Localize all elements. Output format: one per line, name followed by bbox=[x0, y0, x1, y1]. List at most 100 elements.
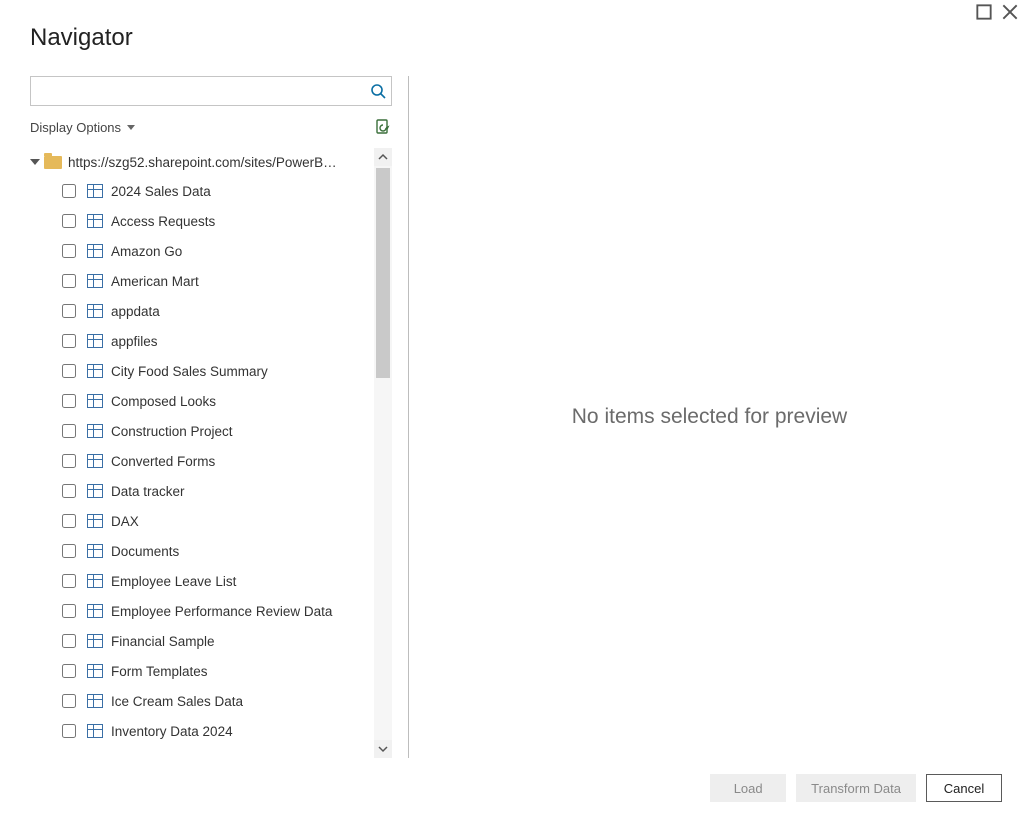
tree-item-checkbox[interactable] bbox=[62, 604, 76, 618]
tree-item-label: appfiles bbox=[111, 334, 158, 349]
tree-item-label: American Mart bbox=[111, 274, 199, 289]
preview-empty-message: No items selected for preview bbox=[572, 405, 847, 429]
tree-item[interactable]: Data tracker bbox=[30, 476, 372, 506]
table-icon bbox=[87, 394, 103, 408]
dialog-footer: Load Transform Data Cancel bbox=[0, 758, 1024, 820]
tree-item-checkbox[interactable] bbox=[62, 304, 76, 318]
table-icon bbox=[87, 244, 103, 258]
scrollbar[interactable] bbox=[374, 148, 392, 758]
tree-item-label: Employee Leave List bbox=[111, 574, 236, 589]
table-icon bbox=[87, 544, 103, 558]
tree-item-label: Form Templates bbox=[111, 664, 208, 679]
preview-pane: No items selected for preview bbox=[425, 76, 994, 758]
table-icon bbox=[87, 454, 103, 468]
table-icon bbox=[87, 634, 103, 648]
dialog-header: Navigator bbox=[0, 18, 1024, 62]
tree-item[interactable]: City Food Sales Summary bbox=[30, 356, 372, 386]
search-row bbox=[30, 76, 392, 106]
display-options-dropdown[interactable]: Display Options bbox=[30, 120, 135, 135]
transform-data-button[interactable]: Transform Data bbox=[796, 774, 916, 802]
tree-item[interactable]: Ice Cream Sales Data bbox=[30, 686, 372, 716]
tree-item-label: Data tracker bbox=[111, 484, 185, 499]
tree-item-checkbox[interactable] bbox=[62, 214, 76, 228]
tree-item[interactable]: Financial Sample bbox=[30, 626, 372, 656]
tree-item-checkbox[interactable] bbox=[62, 244, 76, 258]
search-icon[interactable] bbox=[370, 83, 386, 99]
tree-item[interactable]: American Mart bbox=[30, 266, 372, 296]
tree-item-checkbox[interactable] bbox=[62, 544, 76, 558]
tree-item[interactable]: DAX bbox=[30, 506, 372, 536]
scroll-down-icon[interactable] bbox=[374, 740, 392, 758]
tree-item[interactable]: Construction Project bbox=[30, 416, 372, 446]
tree-item-checkbox[interactable] bbox=[62, 724, 76, 738]
refresh-icon[interactable] bbox=[374, 118, 392, 136]
tree-item[interactable]: Inventory Data 2024 bbox=[30, 716, 372, 746]
tree-item-checkbox[interactable] bbox=[62, 274, 76, 288]
tree-wrap: https://szg52.sharepoint.com/sites/Power… bbox=[30, 148, 392, 758]
tree-item[interactable]: appfiles bbox=[30, 326, 372, 356]
table-icon bbox=[87, 424, 103, 438]
tree-item-label: Employee Performance Review Data bbox=[111, 604, 332, 619]
expand-collapse-icon[interactable] bbox=[30, 159, 40, 165]
options-row: Display Options bbox=[30, 112, 392, 142]
tree-item[interactable]: Amazon Go bbox=[30, 236, 372, 266]
tree-item-label: Amazon Go bbox=[111, 244, 182, 259]
tree-item-label: appdata bbox=[111, 304, 160, 319]
tree-item-checkbox[interactable] bbox=[62, 184, 76, 198]
table-icon bbox=[87, 514, 103, 528]
table-icon bbox=[87, 214, 103, 228]
tree-item-checkbox[interactable] bbox=[62, 364, 76, 378]
tree-item-label: Documents bbox=[111, 544, 179, 559]
load-button[interactable]: Load bbox=[710, 774, 786, 802]
tree-item-checkbox[interactable] bbox=[62, 424, 76, 438]
tree-item-label: Access Requests bbox=[111, 214, 215, 229]
tree-item[interactable]: Access Requests bbox=[30, 206, 372, 236]
scroll-up-icon[interactable] bbox=[374, 148, 392, 166]
tree-item[interactable]: Converted Forms bbox=[30, 446, 372, 476]
tree-root[interactable]: https://szg52.sharepoint.com/sites/Power… bbox=[30, 148, 372, 176]
tree-item[interactable]: appdata bbox=[30, 296, 372, 326]
dialog-body: Display Options https://szg5 bbox=[0, 62, 1024, 758]
tree-item[interactable]: Documents bbox=[30, 536, 372, 566]
tree-item[interactable]: Employee Leave List bbox=[30, 566, 372, 596]
left-pane: Display Options https://szg5 bbox=[30, 76, 392, 758]
table-icon bbox=[87, 694, 103, 708]
tree-item[interactable]: Composed Looks bbox=[30, 386, 372, 416]
tree-item-checkbox[interactable] bbox=[62, 574, 76, 588]
tree-item-checkbox[interactable] bbox=[62, 634, 76, 648]
tree-item-label: Financial Sample bbox=[111, 634, 215, 649]
tree-item-checkbox[interactable] bbox=[62, 694, 76, 708]
cancel-button[interactable]: Cancel bbox=[926, 774, 1002, 802]
tree-item-checkbox[interactable] bbox=[62, 514, 76, 528]
dialog-title: Navigator bbox=[30, 24, 994, 52]
table-icon bbox=[87, 334, 103, 348]
display-options-label: Display Options bbox=[30, 120, 121, 135]
tree-item-label: City Food Sales Summary bbox=[111, 364, 268, 379]
table-icon bbox=[87, 664, 103, 678]
scroll-thumb[interactable] bbox=[376, 168, 390, 378]
tree-item-label: Inventory Data 2024 bbox=[111, 724, 233, 739]
table-icon bbox=[87, 184, 103, 198]
tree-item[interactable]: 2024 Sales Data bbox=[30, 176, 372, 206]
tree-item-label: Converted Forms bbox=[111, 454, 215, 469]
chevron-down-icon bbox=[127, 125, 135, 130]
search-input[interactable] bbox=[30, 76, 392, 106]
table-icon bbox=[87, 304, 103, 318]
table-icon bbox=[87, 274, 103, 288]
tree-item-checkbox[interactable] bbox=[62, 394, 76, 408]
navigator-dialog: Navigator Display Options bbox=[0, 0, 1024, 820]
tree-item-checkbox[interactable] bbox=[62, 484, 76, 498]
folder-icon bbox=[44, 156, 62, 169]
table-icon bbox=[87, 724, 103, 738]
tree-item-label: 2024 Sales Data bbox=[111, 184, 211, 199]
tree-item-checkbox[interactable] bbox=[62, 664, 76, 678]
tree-item-label: DAX bbox=[111, 514, 139, 529]
tree-item-checkbox[interactable] bbox=[62, 334, 76, 348]
tree[interactable]: https://szg52.sharepoint.com/sites/Power… bbox=[30, 148, 374, 758]
pane-divider bbox=[408, 76, 409, 758]
tree-item[interactable]: Form Templates bbox=[30, 656, 372, 686]
tree-item-checkbox[interactable] bbox=[62, 454, 76, 468]
tree-item-label: Composed Looks bbox=[111, 394, 216, 409]
table-icon bbox=[87, 604, 103, 618]
tree-item[interactable]: Employee Performance Review Data bbox=[30, 596, 372, 626]
